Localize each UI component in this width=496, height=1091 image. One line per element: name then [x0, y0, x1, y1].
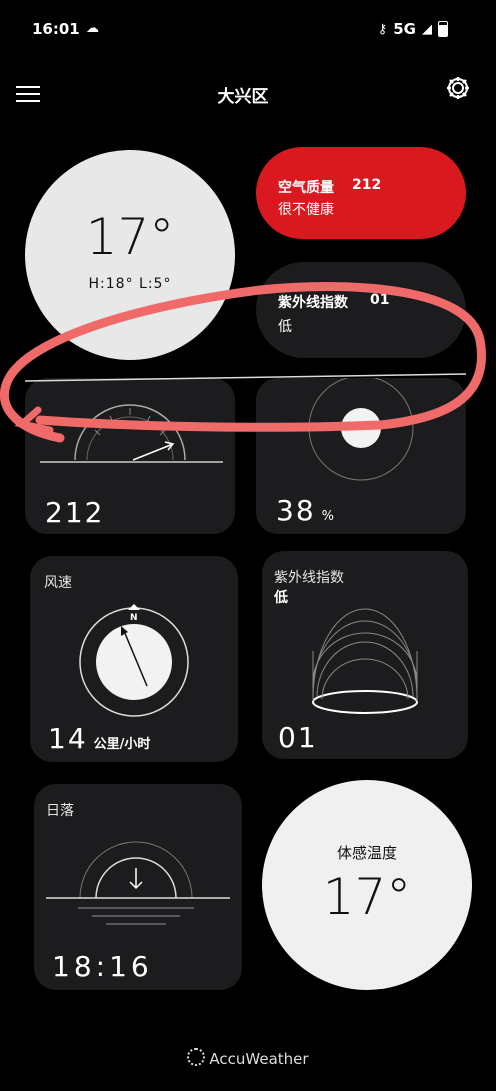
- wind-card[interactable]: 风速 N 14 公里/小时: [30, 556, 238, 762]
- uv-card-value: 01: [278, 721, 318, 754]
- aqi-label: 空气质量: [278, 180, 334, 196]
- network-label: 5G: [393, 20, 416, 38]
- battery-icon: [438, 21, 448, 37]
- page-title: 大兴区: [217, 87, 269, 107]
- compass-north-label: N: [130, 613, 138, 623]
- aqi-gauge-value: 212: [45, 496, 105, 529]
- feels-like-value: 17°: [322, 868, 412, 926]
- cloud-icon: ☁: [86, 21, 99, 36]
- uv-index-card[interactable]: 紫外线指数 低 01: [262, 551, 468, 759]
- uv-small-value: 01: [370, 292, 390, 308]
- sunset-card[interactable]: 日落 18:16: [34, 784, 242, 990]
- humidity-readout: 38%: [276, 494, 334, 527]
- brand-name: AccuWeather: [209, 1050, 309, 1068]
- status-bar: 16:01 ☁ ⚷ 5G ◢: [0, 18, 496, 42]
- air-quality-card[interactable]: 空气质量 212 很不健康: [256, 147, 466, 239]
- signal-icon: ◢: [422, 21, 432, 37]
- footer-brand: AccuWeather: [0, 1048, 496, 1068]
- temperature-card[interactable]: 17° H:18° L:5°: [25, 150, 235, 360]
- gear-icon[interactable]: [444, 74, 472, 102]
- aqi-desc: 很不健康: [278, 202, 334, 218]
- humidity-value: 38: [276, 494, 316, 527]
- uv-small-desc: 低: [278, 319, 292, 335]
- aqi-value: 212: [352, 177, 382, 193]
- uv-index-card-small[interactable]: 紫外线指数 01 低: [256, 262, 466, 358]
- uv-small-label: 紫外线指数: [278, 295, 348, 311]
- hi-lo-temperature: H:18° L:5°: [88, 276, 172, 292]
- key-icon: ⚷: [377, 21, 388, 37]
- status-time: 16:01: [32, 20, 80, 38]
- sunset-time: 18:16: [52, 950, 153, 983]
- humidity-card[interactable]: 38%: [256, 378, 466, 534]
- accuweather-logo-icon: [187, 1048, 206, 1066]
- wind-readout: 14 公里/小时: [48, 722, 150, 755]
- wind-value: 14: [48, 722, 88, 755]
- aqi-gauge-card[interactable]: 212: [25, 378, 235, 534]
- feels-like-label: 体感温度: [336, 844, 397, 862]
- wind-unit: 公里/小时: [93, 737, 151, 752]
- status-right: ⚷ 5G ◢: [378, 20, 448, 38]
- current-temperature: 17°: [85, 208, 175, 266]
- humidity-unit: %: [321, 509, 334, 524]
- feels-like-card[interactable]: 体感温度 17°: [262, 780, 472, 990]
